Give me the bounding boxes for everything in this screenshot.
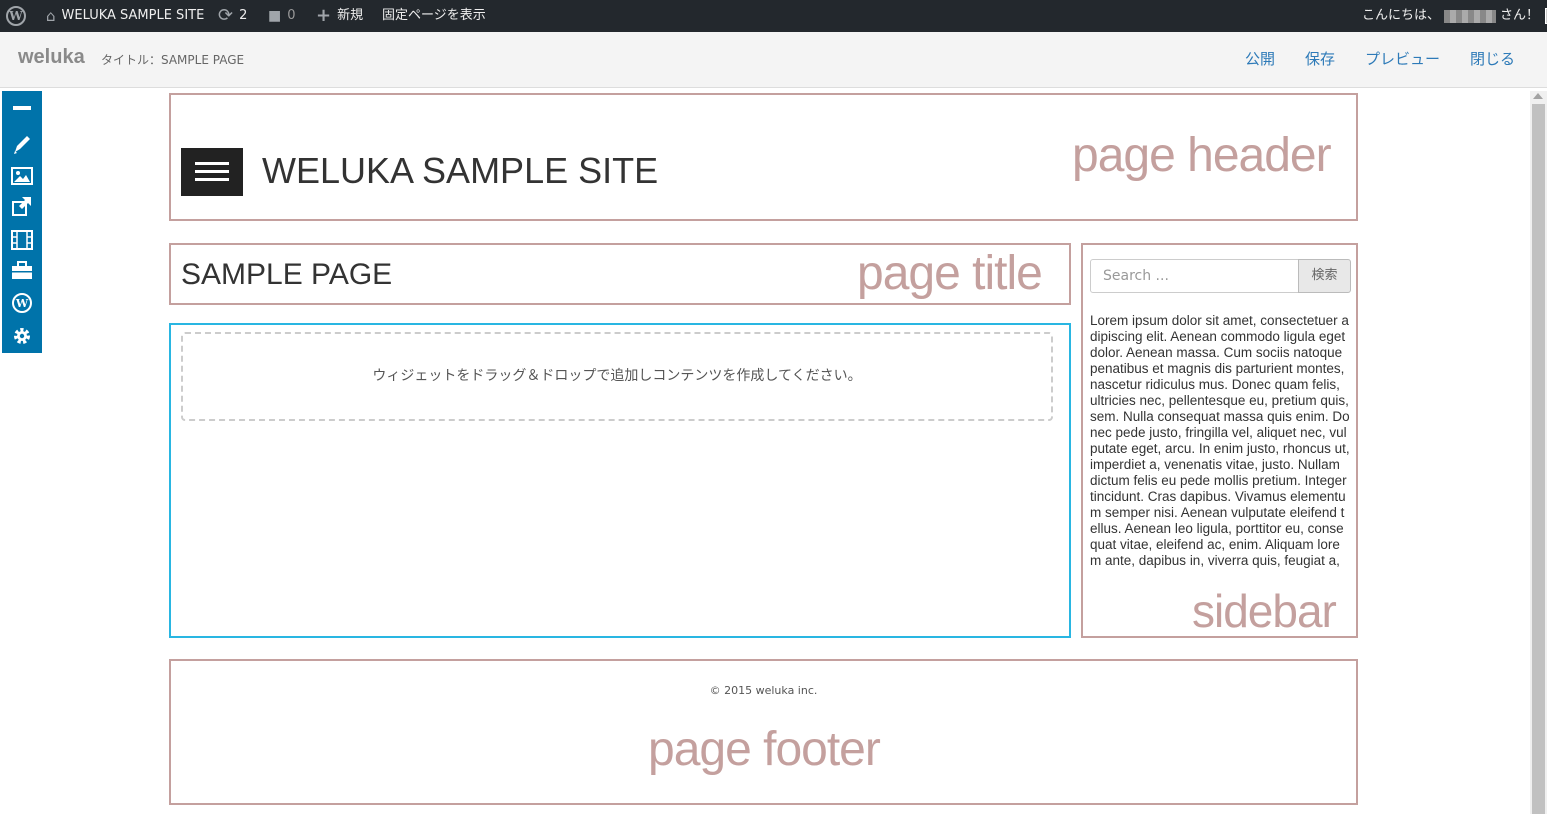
updates-link[interactable]: ⟳ 2 (218, 0, 247, 32)
admin-bar: W ⌂ WELUKA SAMPLE SITE ⟳ 2 ■ 0 + 新規 固定ペー… (0, 0, 1547, 32)
page-title-crumb: タイトル：SAMPLE PAGE (101, 53, 245, 67)
sidebar-label: sidebar (1192, 585, 1337, 637)
close-button[interactable]: 閉じる (1470, 48, 1515, 69)
save-button[interactable]: 保存 (1305, 48, 1335, 69)
svg-text:W: W (15, 297, 29, 310)
menu-toggle-button[interactable] (181, 148, 243, 196)
view-page-link[interactable]: 固定ページを表示 (382, 0, 486, 32)
preview-button[interactable]: プレビュー (1365, 48, 1440, 69)
page-header-label: page header (1072, 129, 1332, 182)
brand-logo: weluka (18, 46, 85, 68)
wordpress-icon[interactable]: W (2, 290, 42, 316)
briefcase-icon[interactable] (2, 258, 42, 284)
search-input[interactable]: Search ... (1090, 259, 1299, 293)
view-page-label: 固定ページを表示 (382, 8, 486, 23)
wordpress-icon: W (6, 6, 26, 26)
new-label: 新規 (337, 8, 364, 23)
comments-link[interactable]: ■ 0 (268, 0, 296, 32)
page-title: SAMPLE PAGE (181, 258, 393, 291)
updates-count: 2 (239, 8, 248, 23)
scroll-up-icon[interactable] (1533, 93, 1543, 99)
my-account-link[interactable]: こんにちは、 さん！ (1362, 0, 1547, 32)
copyright-text: © 2015 weluka inc. (709, 684, 818, 697)
greeting-suffix: さん！ (1500, 8, 1540, 23)
username-redacted (1444, 9, 1497, 23)
site-title[interactable]: WELUKA SAMPLE SITE (262, 150, 658, 192)
new-content-link[interactable]: + 新規 (316, 0, 363, 32)
tool-palette: W (2, 91, 42, 353)
widget-dropzone[interactable]: ウィジェットをドラッグ＆ドロップで追加しコンテンツを作成してください。 (181, 332, 1053, 421)
minus-icon[interactable] (2, 95, 42, 121)
wordpress-logo-button[interactable]: W (6, 0, 32, 32)
comments-count: 0 (287, 8, 296, 23)
greeting-prefix: こんにちは、 (1362, 8, 1441, 23)
pencil-icon[interactable] (2, 131, 42, 157)
film-icon[interactable] (2, 227, 42, 253)
page-title-label: page title (857, 247, 1043, 300)
home-icon: ⌂ (46, 7, 56, 25)
refresh-icon: ⟳ (218, 5, 234, 26)
search-button[interactable]: 検索 (1298, 259, 1351, 293)
plus-icon: + (316, 5, 332, 26)
gear-icon[interactable] (2, 323, 42, 349)
comment-icon: ■ (268, 8, 282, 24)
image-icon[interactable] (2, 163, 42, 189)
publish-button[interactable]: 公開 (1245, 48, 1275, 69)
sidebar-text: Lorem ipsum dolor sit amet, consectetuer… (1090, 313, 1350, 568)
page-footer-label: page footer (648, 723, 881, 776)
scrollbar-thumb[interactable] (1532, 104, 1545, 814)
site-name: WELUKA SAMPLE SITE (61, 8, 205, 23)
site-name-link[interactable]: ⌂ WELUKA SAMPLE SITE (46, 0, 204, 32)
external-link-icon[interactable] (2, 194, 42, 220)
builder-toolbar: weluka タイトル：SAMPLE PAGE 公開 保存 プレビュー 閉じる (0, 32, 1547, 88)
